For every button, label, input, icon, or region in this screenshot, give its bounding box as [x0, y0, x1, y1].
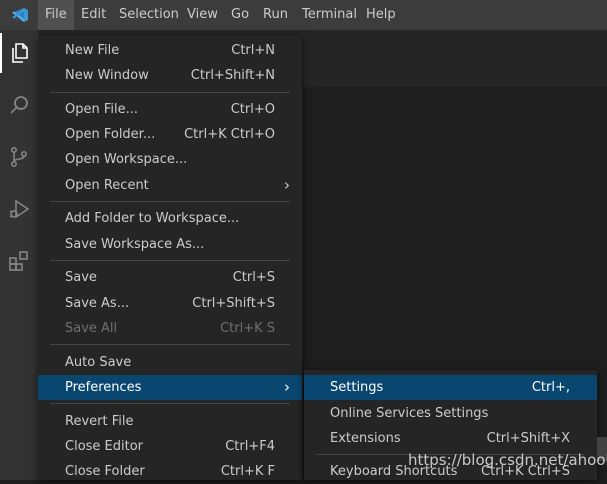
file-menu: New File Ctrl+N New Window Ctrl+Shift+N … [38, 36, 302, 480]
menu-item-label: Close Editor [65, 439, 144, 454]
menu-terminal[interactable]: Terminal [295, 0, 364, 30]
menu-item-save[interactable]: Save Ctrl+S [38, 265, 302, 290]
menu-item-extensions[interactable]: Extensions Ctrl+Shift+X [304, 426, 597, 451]
menubar: File Edit Selection View Go Run Terminal… [0, 0, 607, 30]
menu-separator [50, 344, 290, 345]
run-debug-icon[interactable] [0, 189, 38, 229]
menu-separator [50, 260, 290, 261]
menu-item-shortcut: Ctrl+O [230, 102, 275, 117]
menu-edit[interactable]: Edit [74, 0, 113, 30]
menu-item-shortcut: Ctrl+, [531, 380, 570, 395]
menu-item-shortcut: Ctrl+Shift+X [486, 431, 570, 446]
source-control-icon[interactable] [0, 137, 38, 177]
menu-item-label: Extensions [330, 431, 401, 446]
menu-item-new-file[interactable]: New File Ctrl+N [38, 38, 302, 63]
extensions-icon[interactable] [0, 241, 38, 281]
menu-item-shortcut: Ctrl+K Ctrl+O [184, 127, 275, 142]
menu-item-shortcut: Ctrl+S [232, 270, 275, 285]
menu-item-label: Close Folder [65, 464, 145, 479]
menu-item-online-services-settings[interactable]: Online Services Settings [304, 401, 597, 426]
menu-item-label: Save As... [65, 296, 130, 311]
menu-item-label: Settings [330, 380, 384, 395]
search-icon[interactable] [0, 85, 38, 125]
menu-item-shortcut: Ctrl+N [231, 43, 275, 58]
menu-item-label: Open Recent [65, 178, 149, 193]
menu-item-add-folder[interactable]: Add Folder to Workspace... [38, 206, 302, 231]
menu-item-preferences[interactable]: Preferences › [38, 375, 302, 400]
editor-tab-strip [302, 30, 607, 87]
menu-file[interactable]: File [38, 0, 74, 30]
menu-item-open-folder[interactable]: Open Folder... Ctrl+K Ctrl+O [38, 122, 302, 147]
menu-separator [50, 201, 290, 202]
menu-item-close-folder[interactable]: Close Folder Ctrl+K F [38, 459, 302, 484]
menu-item-label: Preferences [65, 380, 142, 395]
menu-item-save-workspace-as[interactable]: Save Workspace As... [38, 232, 302, 257]
menu-item-auto-save[interactable]: Auto Save [38, 350, 302, 375]
menu-item-label: New File [65, 43, 120, 58]
menu-item-shortcut: Ctrl+F4 [225, 439, 275, 454]
menu-go[interactable]: Go [224, 0, 256, 30]
menu-item-label: Save Workspace As... [65, 237, 205, 252]
menu-item-new-window[interactable]: New Window Ctrl+Shift+N [38, 63, 302, 88]
menu-help[interactable]: Help [359, 0, 403, 30]
menu-item-shortcut: Ctrl+Shift+S [192, 296, 275, 311]
menu-item-shortcut: Ctrl+Shift+N [190, 68, 275, 83]
menu-item-label: Save [65, 270, 97, 285]
menu-item-label: Open Folder... [65, 127, 156, 142]
menu-view[interactable]: View [180, 0, 225, 30]
chevron-right-icon: › [284, 176, 290, 194]
menu-item-save-as[interactable]: Save As... Ctrl+Shift+S [38, 291, 302, 316]
menu-item-shortcut: Ctrl+K S [220, 321, 275, 336]
menu-item-label: Add Folder to Workspace... [65, 211, 240, 226]
menu-item-open-recent[interactable]: Open Recent › [38, 173, 302, 198]
menu-item-label: Revert File [65, 414, 134, 429]
menu-item-label: Auto Save [65, 355, 132, 370]
menu-item-label: Open File... [65, 102, 139, 117]
chevron-right-icon: › [284, 378, 290, 396]
explorer-icon[interactable] [0, 33, 38, 73]
menu-separator [50, 92, 290, 93]
menu-item-open-workspace[interactable]: Open Workspace... [38, 147, 302, 172]
menu-item-label: New Window [65, 68, 149, 83]
menu-item-close-editor[interactable]: Close Editor Ctrl+F4 [38, 434, 302, 459]
activity-bar [0, 30, 38, 480]
menu-run[interactable]: Run [256, 0, 295, 30]
menu-item-label: Online Services Settings [330, 406, 489, 421]
menu-item-open-file[interactable]: Open File... Ctrl+O [38, 97, 302, 122]
watermark-text: https://blog.csdn.net/ahook [408, 451, 607, 469]
menu-item-settings[interactable]: Settings Ctrl+, [304, 375, 597, 400]
menu-item-shortcut: Ctrl+K F [220, 464, 275, 479]
menu-selection[interactable]: Selection [112, 0, 186, 30]
menu-item-revert-file[interactable]: Revert File [38, 409, 302, 434]
vscode-logo-icon [12, 8, 28, 22]
menu-item-label: Open Workspace... [65, 152, 188, 167]
menu-item-save-all: Save All Ctrl+K S [38, 316, 302, 341]
menu-item-label: Save All [65, 321, 118, 336]
menu-separator [50, 403, 290, 404]
